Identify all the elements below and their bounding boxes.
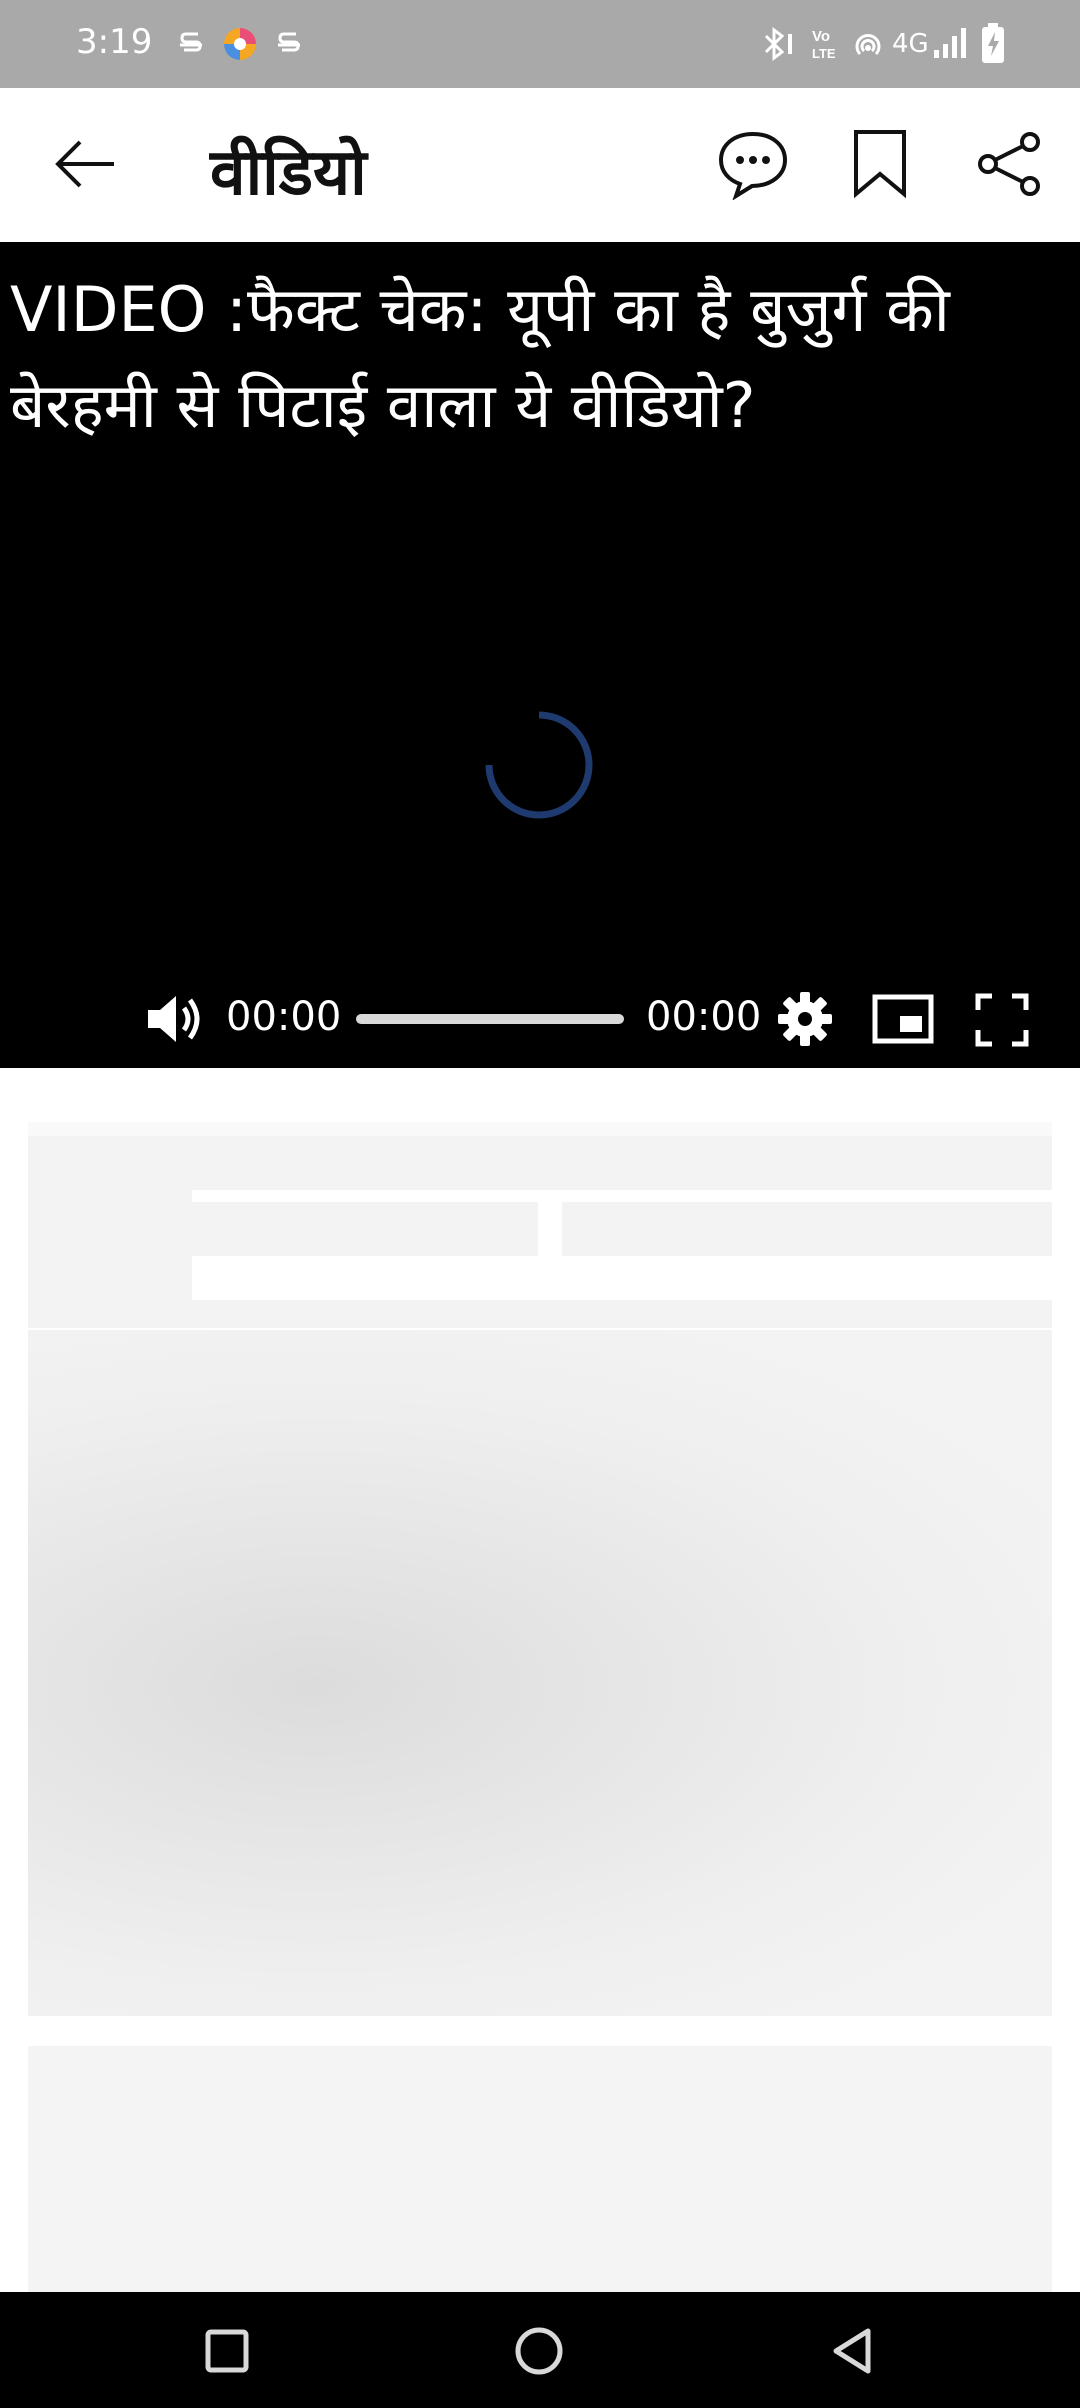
video-title: VIDEO :फैक्ट चेक: यूपी का है बुजुर्ग की … bbox=[10, 273, 950, 442]
skeleton-block bbox=[28, 2046, 1052, 2292]
s-icon bbox=[180, 32, 202, 52]
video-controls: 00:00 00:00 bbox=[0, 986, 1080, 1050]
app-icon bbox=[224, 28, 256, 60]
system-nav-bar bbox=[0, 2292, 1080, 2408]
video-player[interactable]: VIDEO :फैक्ट चेक: यूपी का है बुजुर्ग की … bbox=[0, 242, 1080, 1068]
share-icon[interactable] bbox=[976, 130, 1044, 198]
recents-square-icon[interactable] bbox=[204, 2328, 250, 2374]
skeleton-text-line bbox=[192, 1202, 538, 1256]
skeleton-image-placeholder bbox=[28, 1330, 1052, 2016]
svg-text:LTE: LTE bbox=[812, 46, 836, 61]
seek-bar[interactable] bbox=[356, 1014, 624, 1024]
back-arrow-icon[interactable] bbox=[50, 128, 122, 200]
app-bar: वीडियो bbox=[0, 88, 1080, 242]
s-icon bbox=[278, 32, 300, 52]
skeleton-line bbox=[28, 1122, 1052, 1136]
battery-charging-icon bbox=[982, 23, 1004, 63]
skeleton-thumbnail bbox=[28, 1190, 192, 1300]
settings-gear-icon[interactable] bbox=[776, 990, 834, 1048]
bookmark-icon[interactable] bbox=[852, 128, 908, 200]
status-bar: 3:19 Vo LTE 4G bbox=[0, 0, 1080, 88]
network-type: 4G bbox=[892, 29, 929, 59]
skeleton-line bbox=[28, 1300, 1052, 1328]
home-circle-icon[interactable] bbox=[514, 2326, 564, 2376]
comment-icon[interactable] bbox=[716, 128, 790, 200]
back-triangle-icon[interactable] bbox=[828, 2326, 876, 2376]
skeleton-block bbox=[28, 1136, 1052, 1190]
current-time: 00:00 bbox=[226, 994, 342, 1040]
skeleton-text-line bbox=[562, 1202, 1052, 1256]
volume-icon[interactable] bbox=[144, 990, 206, 1048]
signal-icon bbox=[934, 28, 966, 58]
volte-icon: Vo LTE bbox=[812, 28, 836, 61]
hotspot-icon bbox=[855, 34, 881, 56]
loading-spinner-icon bbox=[485, 711, 593, 819]
status-time: 3:19 bbox=[76, 22, 153, 62]
picture-in-picture-icon[interactable] bbox=[872, 994, 934, 1044]
duration: 00:00 bbox=[646, 994, 762, 1040]
svg-text:Vo: Vo bbox=[812, 28, 830, 45]
page-title: वीडियो bbox=[210, 136, 367, 210]
bluetooth-icon bbox=[764, 27, 792, 61]
fullscreen-icon[interactable] bbox=[974, 992, 1030, 1048]
